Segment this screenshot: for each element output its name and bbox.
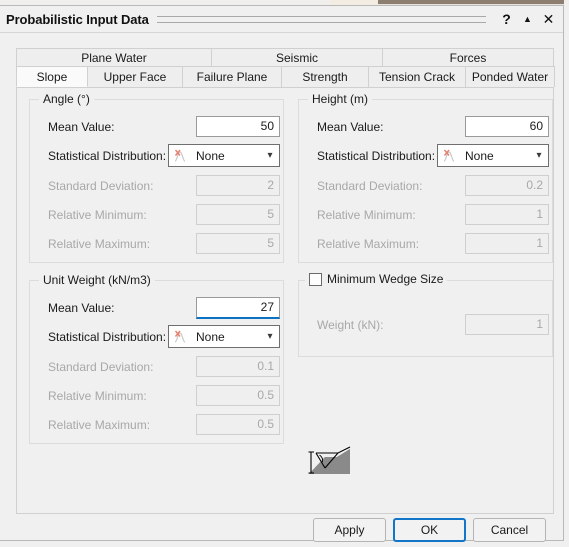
height-dist-row: Statistical Distribution: (317, 145, 435, 167)
minimum-wedge-size-checkbox[interactable] (309, 272, 322, 286)
angle-std-row: Standard Deviation: (48, 175, 153, 197)
tab-strength[interactable]: Strength (281, 66, 369, 87)
chevron-down-icon: ▾ (267, 331, 273, 342)
tab-tension-crack[interactable]: Tension Crack (368, 66, 466, 87)
chevron-down-icon: ▾ (536, 150, 542, 161)
unit-weight-relmax-row: Relative Maximum: (48, 414, 150, 436)
tab-ponded-water[interactable]: Ponded Water (465, 66, 555, 87)
unit-weight-std-label: Standard Deviation: (48, 360, 154, 374)
height-std-row: Standard Deviation: (317, 175, 422, 197)
slope-tab-panel: Angle (°) Mean Value: 50 Statistical Dis… (16, 87, 554, 514)
height-relmin-label: Relative Minimum: (317, 208, 416, 222)
tab-forces[interactable]: Forces (382, 48, 554, 66)
angle-distribution-select[interactable]: None ▾ (168, 144, 280, 167)
height-group: Height (m) Mean Value: 60 Statistical Di… (298, 92, 553, 263)
angle-std-input[interactable]: 2 (196, 175, 280, 196)
unit-weight-distribution-select[interactable]: None ▾ (168, 325, 280, 348)
angle-relmax-row: Relative Maximum: (48, 233, 150, 255)
angle-group-title: Angle (°) (39, 92, 94, 106)
angle-relmin-label: Relative Minimum: (48, 208, 147, 222)
angle-distribution-value: None (196, 148, 225, 163)
tab-row-upper: Plane Water Seismic Forces (16, 48, 554, 66)
apply-button[interactable]: Apply (313, 518, 386, 542)
distribution-curve-icon (174, 149, 186, 162)
height-distribution-value: None (465, 148, 494, 163)
unit-weight-std-input[interactable]: 0.1 (196, 356, 280, 377)
help-icon[interactable]: ? (496, 9, 517, 29)
dialog-title: Probabilistic Input Data (6, 11, 149, 27)
wedge-weight-label: Weight (kN): (317, 318, 384, 332)
cancel-button[interactable]: Cancel (473, 518, 546, 542)
height-relmin-input[interactable]: 1 (465, 204, 549, 225)
angle-relmin-input[interactable]: 5 (196, 204, 280, 225)
angle-relmin-row: Relative Minimum: (48, 204, 147, 226)
angle-mean-label: Mean Value: (48, 120, 115, 134)
angle-relmax-input[interactable]: 5 (196, 233, 280, 254)
unit-weight-relmax-label: Relative Maximum: (48, 418, 151, 432)
minimum-wedge-size-header[interactable]: Minimum Wedge Size (305, 272, 448, 286)
probabilistic-input-data-dialog: Probabilistic Input Data ? ▲ ✕ Plane Wat… (0, 5, 564, 542)
minimum-wedge-size-group: Minimum Wedge Size Weight (kN): 1 (298, 272, 553, 357)
height-relmax-input[interactable]: 1 (465, 233, 549, 254)
angle-group: Angle (°) Mean Value: 50 Statistical Dis… (29, 92, 284, 263)
height-mean-label: Mean Value: (317, 120, 384, 134)
unit-weight-dist-label: Statistical Distribution: (48, 330, 167, 344)
height-relmax-label: Relative Maximum: (317, 237, 420, 251)
collapse-up-icon[interactable]: ▲ (517, 9, 538, 29)
tab-strip: Plane Water Seismic Forces Slope Upper F… (16, 48, 555, 87)
dialog-titlebar: Probabilistic Input Data ? ▲ ✕ (0, 6, 563, 33)
unit-weight-mean-row: Mean Value: (48, 297, 115, 319)
minimum-wedge-size-label: Minimum Wedge Size (327, 272, 444, 286)
unit-weight-group-title: Unit Weight (kN/m3) (39, 273, 155, 287)
height-relmax-row: Relative Maximum: (317, 233, 419, 255)
unit-weight-mean-label: Mean Value: (48, 301, 115, 315)
angle-std-label: Standard Deviation: (48, 179, 154, 193)
wedge-weight-input[interactable]: 1 (465, 314, 549, 335)
slope-geometry-diagram-icon (307, 446, 351, 481)
angle-relmax-label: Relative Maximum: (48, 237, 151, 251)
distribution-curve-icon (443, 149, 455, 162)
height-group-title: Height (m) (308, 92, 373, 106)
dialog-button-bar: Apply OK Cancel (0, 518, 564, 542)
height-mean-row: Mean Value: (317, 116, 384, 138)
angle-dist-row: Statistical Distribution: (48, 145, 166, 167)
unit-weight-std-row: Standard Deviation: (48, 356, 153, 378)
unit-weight-relmax-input[interactable]: 0.5 (196, 414, 280, 435)
height-relmin-row: Relative Minimum: (317, 204, 416, 226)
unit-weight-group: Unit Weight (kN/m3) Mean Value: 27 Stati… (29, 273, 284, 444)
tab-seismic[interactable]: Seismic (211, 48, 383, 66)
unit-weight-relmin-row: Relative Minimum: (48, 385, 147, 407)
angle-dist-label: Statistical Distribution: (48, 149, 167, 163)
tab-slope[interactable]: Slope (16, 66, 88, 87)
tab-failure-plane[interactable]: Failure Plane (182, 66, 282, 87)
unit-weight-dist-row: Statistical Distribution: (48, 326, 166, 348)
height-std-label: Standard Deviation: (317, 179, 423, 193)
height-dist-label: Statistical Distribution: (317, 149, 436, 163)
unit-weight-relmin-label: Relative Minimum: (48, 389, 147, 403)
tab-row-lower: Slope Upper Face Failure Plane Strength … (16, 66, 555, 87)
tab-plane-water[interactable]: Plane Water (16, 48, 212, 66)
titlebar-grip-lines (156, 15, 486, 23)
angle-mean-input[interactable]: 50 (196, 116, 280, 137)
unit-weight-mean-input[interactable]: 27 (196, 297, 280, 319)
unit-weight-distribution-value: None (196, 329, 225, 344)
unit-weight-relmin-input[interactable]: 0.5 (196, 385, 280, 406)
height-std-input[interactable]: 0.2 (465, 175, 549, 196)
ok-button[interactable]: OK (393, 518, 466, 542)
chevron-down-icon: ▾ (267, 150, 273, 161)
tab-upper-face[interactable]: Upper Face (87, 66, 183, 87)
angle-mean-row: Mean Value: (48, 116, 115, 138)
height-distribution-select[interactable]: None ▾ (437, 144, 549, 167)
wedge-weight-row: Weight (kN): (317, 314, 383, 336)
height-mean-input[interactable]: 60 (465, 116, 549, 137)
close-icon[interactable]: ✕ (538, 9, 559, 29)
distribution-curve-icon (174, 330, 186, 343)
